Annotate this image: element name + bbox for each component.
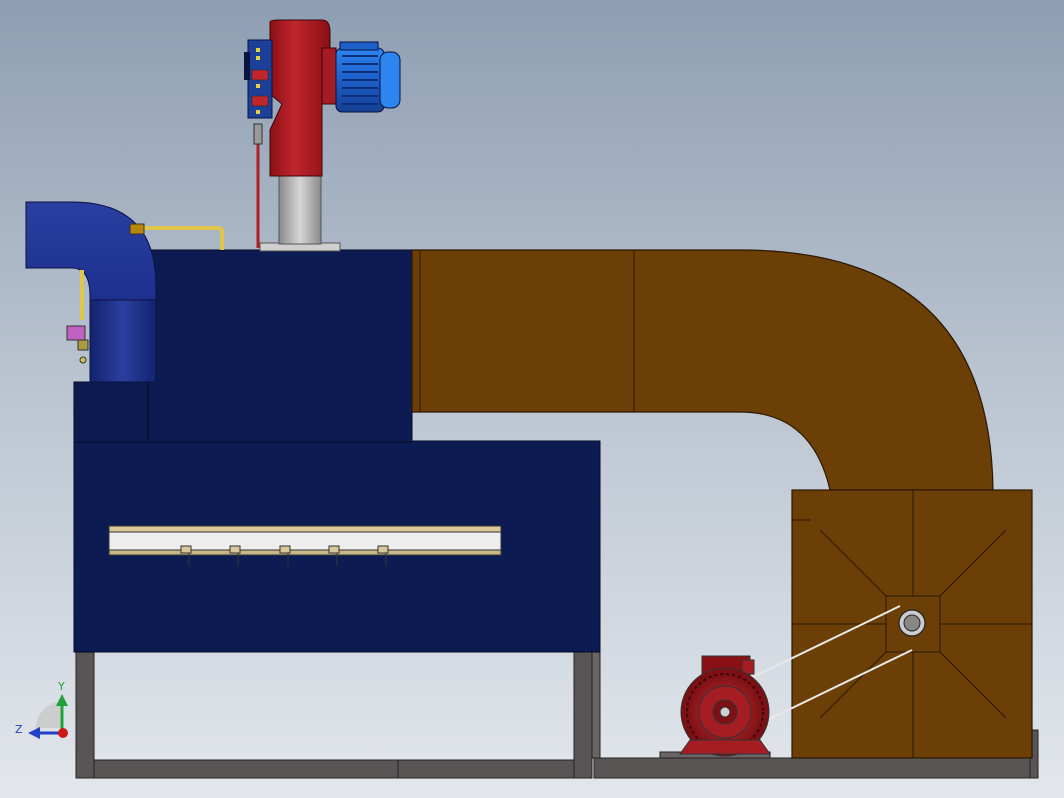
z-axis-head: [28, 727, 40, 739]
y-axis-label: Y: [57, 680, 65, 693]
cad-model[interactable]: Y Z: [0, 0, 1064, 798]
burner-control-box[interactable]: [244, 39, 273, 119]
y-axis-head: [56, 694, 68, 706]
reference-triad: Y Z: [15, 680, 68, 739]
gas-valve: [66, 325, 89, 364]
triad-origin: [58, 728, 68, 738]
burner-motor[interactable]: [335, 41, 401, 113]
burner-assembly[interactable]: [244, 19, 401, 252]
drive-motor[interactable]: [679, 655, 771, 757]
gas-fitting: [129, 223, 145, 235]
graphics-viewport[interactable]: Y Z: [0, 0, 1064, 798]
z-axis-label: Z: [15, 723, 23, 736]
fan-housing[interactable]: [791, 489, 1033, 759]
burner-fan[interactable]: [269, 19, 337, 177]
